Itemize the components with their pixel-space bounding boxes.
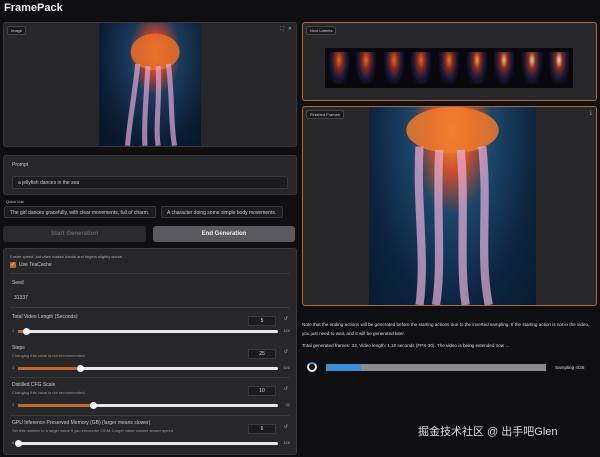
divider — [10, 377, 290, 378]
slider-description: Changing this value is not recommended. — [12, 353, 86, 358]
slider-handle[interactable] — [77, 365, 85, 372]
slider-min: 1 — [12, 402, 15, 407]
watermark: 掘金技术社区 @ 出手吧Glen — [418, 426, 558, 438]
cfg-scale-slider[interactable] — [18, 402, 278, 409]
next-latents-panel: Next Latents — [302, 22, 597, 101]
download-icon[interactable]: ⤓ — [590, 110, 592, 116]
settings-panel: Faster speed, but often makes hands and … — [3, 248, 297, 455]
latent-frame — [549, 52, 570, 84]
progress-label: Sampling 4/25 — [555, 365, 585, 370]
slider-handle[interactable] — [15, 440, 22, 447]
latent-frame — [466, 52, 487, 84]
prompt-label: Prompt — [12, 162, 29, 168]
fullscreen-icon[interactable]: ⛶ — [280, 26, 284, 32]
latent-frame — [328, 52, 349, 84]
teacache-note: Faster speed, but often makes hands and … — [10, 254, 124, 259]
teacache-label: Use TeaCache — [19, 262, 52, 268]
prompt-input[interactable]: a jellyfish dances in the sea — [12, 176, 288, 189]
end-generation-button[interactable]: End Generation — [153, 226, 295, 242]
gpu-memory-slider[interactable] — [15, 440, 278, 447]
divider — [10, 415, 290, 416]
slider-min: 1 — [12, 328, 15, 333]
sampling-note: Note that the ending actions will be gen… — [302, 322, 590, 336]
quick-list-item[interactable]: The girl dances gracefully, with clear m… — [4, 206, 156, 218]
slider-max: 100 — [283, 365, 290, 370]
slider-max: 128 — [283, 440, 290, 445]
slider-label: Distilled CFG Scale — [12, 382, 56, 388]
latent-frame — [356, 52, 377, 84]
slider-label: GPU Inference Preserved Memory (GB) (lar… — [12, 420, 151, 426]
progress-bar — [326, 364, 546, 371]
slider-steps: Steps Changing this value is not recomme… — [10, 345, 290, 379]
slider-video-length: Total Video Length (Seconds) 5 ↺ 1 120 — [10, 312, 290, 342]
cfg-scale-input[interactable]: 10 — [248, 386, 276, 396]
reset-icon[interactable]: ↺ — [284, 386, 288, 392]
slider-fill — [18, 367, 81, 370]
slider-handle[interactable] — [22, 328, 30, 335]
divider — [10, 273, 290, 274]
latent-frame — [438, 52, 459, 84]
gpu-memory-input[interactable]: 6 — [248, 424, 276, 434]
image-panel[interactable]: Image ⛶ ✕ — [3, 22, 297, 147]
loading-spinner-icon — [307, 362, 317, 372]
slider-handle[interactable] — [90, 402, 98, 409]
finished-frames-label: Finished Frames — [306, 110, 344, 119]
slider-description: Changing this value is not recommended. — [12, 390, 86, 395]
seed-label: Seed — [12, 280, 24, 286]
latent-strip — [325, 48, 573, 88]
input-image — [99, 23, 201, 146]
output-video[interactable] — [369, 107, 536, 305]
latent-frame — [521, 52, 542, 84]
progress-fill — [326, 364, 362, 371]
quick-list-item[interactable]: A character doing some simple body movem… — [161, 206, 283, 218]
video-length-input[interactable]: 5 — [248, 316, 276, 326]
image-label: Image — [7, 26, 27, 35]
steps-input[interactable]: 25 — [248, 349, 276, 359]
quick-list-label: Quick List — [6, 199, 24, 204]
slider-min: 1 — [12, 365, 15, 370]
slider-label: Total Video Length (Seconds) — [12, 314, 78, 320]
divider — [10, 307, 290, 308]
slider-max: 120 — [283, 328, 290, 333]
teacache-checkbox[interactable]: ✓ — [10, 262, 16, 268]
prompt-panel: Prompt a jellyfish dances in the sea — [3, 155, 297, 195]
next-latents-label: Next Latents — [306, 26, 337, 35]
jellyfish-graphic — [125, 33, 180, 146]
latent-frame — [411, 52, 432, 84]
seed-input[interactable]: 31337 — [14, 295, 28, 301]
slider-label: Steps — [12, 345, 25, 351]
reset-icon[interactable]: ↺ — [284, 316, 288, 322]
slider-max: 32 — [285, 402, 290, 407]
reset-icon[interactable]: ↺ — [284, 424, 288, 430]
jellyfish-graphic — [406, 107, 499, 305]
video-length-slider[interactable] — [18, 328, 278, 335]
app-title: FramePack — [4, 2, 63, 14]
latent-frame — [383, 52, 404, 84]
slider-description: Set this number to a larger value if you… — [12, 428, 175, 433]
latent-frame — [494, 52, 515, 84]
slider-fill — [18, 404, 94, 407]
reset-icon[interactable]: ↺ — [284, 349, 288, 355]
steps-slider[interactable] — [18, 365, 278, 372]
slider-cfg-scale: Distilled CFG Scale Changing this value … — [10, 382, 290, 416]
start-generation-button[interactable]: Start Generation — [3, 226, 146, 242]
slider-min: 6 — [12, 440, 15, 445]
slider-gpu-memory: GPU Inference Preserved Memory (GB) (lar… — [10, 420, 290, 454]
close-icon[interactable]: ✕ — [288, 26, 292, 32]
finished-frames-panel: Finished Frames ⤓ — [302, 106, 597, 306]
progress-text: Total generated frames: 33, Video length… — [302, 343, 510, 348]
